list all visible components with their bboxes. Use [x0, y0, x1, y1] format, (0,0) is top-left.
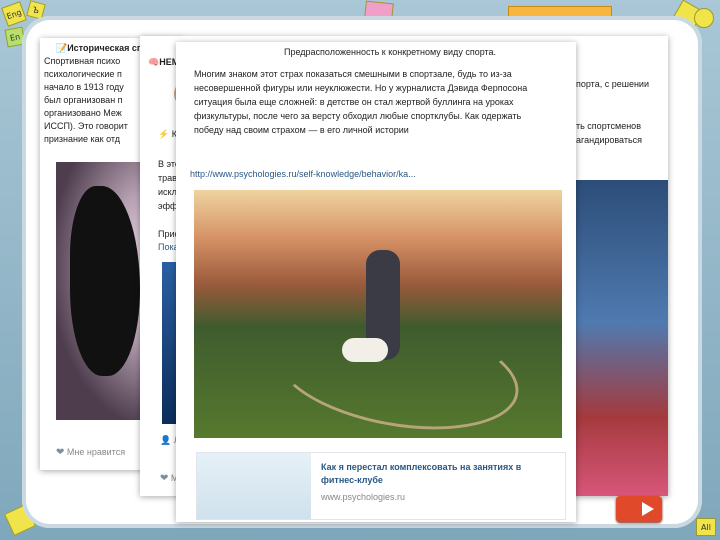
post-card-sport: Предрасположенность к конкретному виду с… — [176, 42, 576, 522]
post-line: Спортивная психо — [44, 56, 121, 66]
heart-icon: ❤ — [160, 473, 169, 484]
dog — [342, 338, 388, 362]
link-thumbnail — [197, 453, 311, 519]
post-line-right: ть спортсменов — [576, 121, 641, 131]
sticker — [694, 8, 714, 28]
next-slide-button[interactable] — [616, 496, 662, 522]
heart-icon: ❤ — [56, 447, 65, 458]
post-line-right: порта, с решении — [576, 79, 649, 89]
post-line: признание как отд — [44, 134, 120, 144]
link-preview[interactable]: Как я перестал комплексовать на занятиях… — [196, 452, 566, 520]
post-body-line: ситуация была еще сложней: в детстве он … — [194, 97, 514, 107]
sport-collage-image — [576, 180, 668, 496]
post-line: ИССП). Это говорит — [44, 121, 128, 131]
link-title: Как я перестал комплексовать на занятиях… — [321, 462, 522, 472]
post-body-line: несовершенной фигуры или неуклюжести. Но… — [194, 83, 528, 93]
post-body-line: Многим знаком этот страх показаться смеш… — [194, 69, 512, 79]
post-title: Предрасположенность к конкретному виду с… — [284, 47, 497, 57]
link-domain: www.psychologies.ru — [321, 492, 406, 502]
post-line-right: агандироваться — [576, 135, 643, 145]
sticker-all: All — [696, 518, 716, 536]
article-url-link[interactable]: http://www.psychologies.ru/self-knowledg… — [190, 168, 416, 181]
post-line: был организован п — [44, 95, 123, 105]
post-line: организовано Меж — [44, 108, 122, 118]
runner-with-dog-image — [194, 190, 562, 447]
like-label: Мне нравится — [66, 447, 126, 457]
post-body-line: победу над своим страхом — в его личной … — [194, 125, 409, 135]
link-title: фитнес-клубе — [321, 475, 383, 485]
post-line: психологические п — [44, 69, 122, 79]
post-line: начало в 1913 году — [44, 82, 124, 92]
post-body-line: физкультуры, после чего за версту обходи… — [194, 111, 522, 121]
like-button[interactable]: ❤ Мне нравится — [56, 446, 125, 459]
